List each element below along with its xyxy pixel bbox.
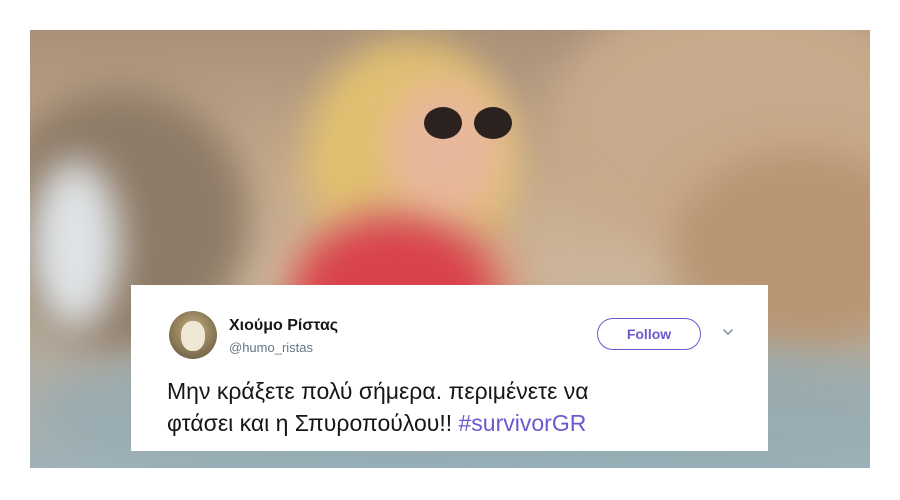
embedded-tweet-card: Χιούμο Ρίστας @humo_ristas Follow Μην κρ… xyxy=(131,285,768,451)
tweet-author-name[interactable]: Χιούμο Ρίστας xyxy=(229,317,338,335)
tweet-text: Μην κράξετε πολύ σήμερα. περιμένετε να φ… xyxy=(167,375,757,439)
avatar[interactable] xyxy=(169,311,217,359)
tweet-text-line-2-body: φτάσει και η Σπυροπούλου!! xyxy=(167,410,453,436)
sunglasses xyxy=(422,107,514,141)
follow-button[interactable]: Follow xyxy=(597,318,701,350)
hashtag-link[interactable]: #survivorGR xyxy=(459,410,587,436)
tweet-text-line-2: φτάσει και η Σπυροπούλου!! #survivorGR xyxy=(167,407,757,439)
chevron-down-icon[interactable] xyxy=(721,325,735,339)
tweet-author-handle[interactable]: @humo_ristas xyxy=(229,340,313,355)
tweet-text-line-1: Μην κράξετε πολύ σήμερα. περιμένετε να xyxy=(167,378,589,404)
